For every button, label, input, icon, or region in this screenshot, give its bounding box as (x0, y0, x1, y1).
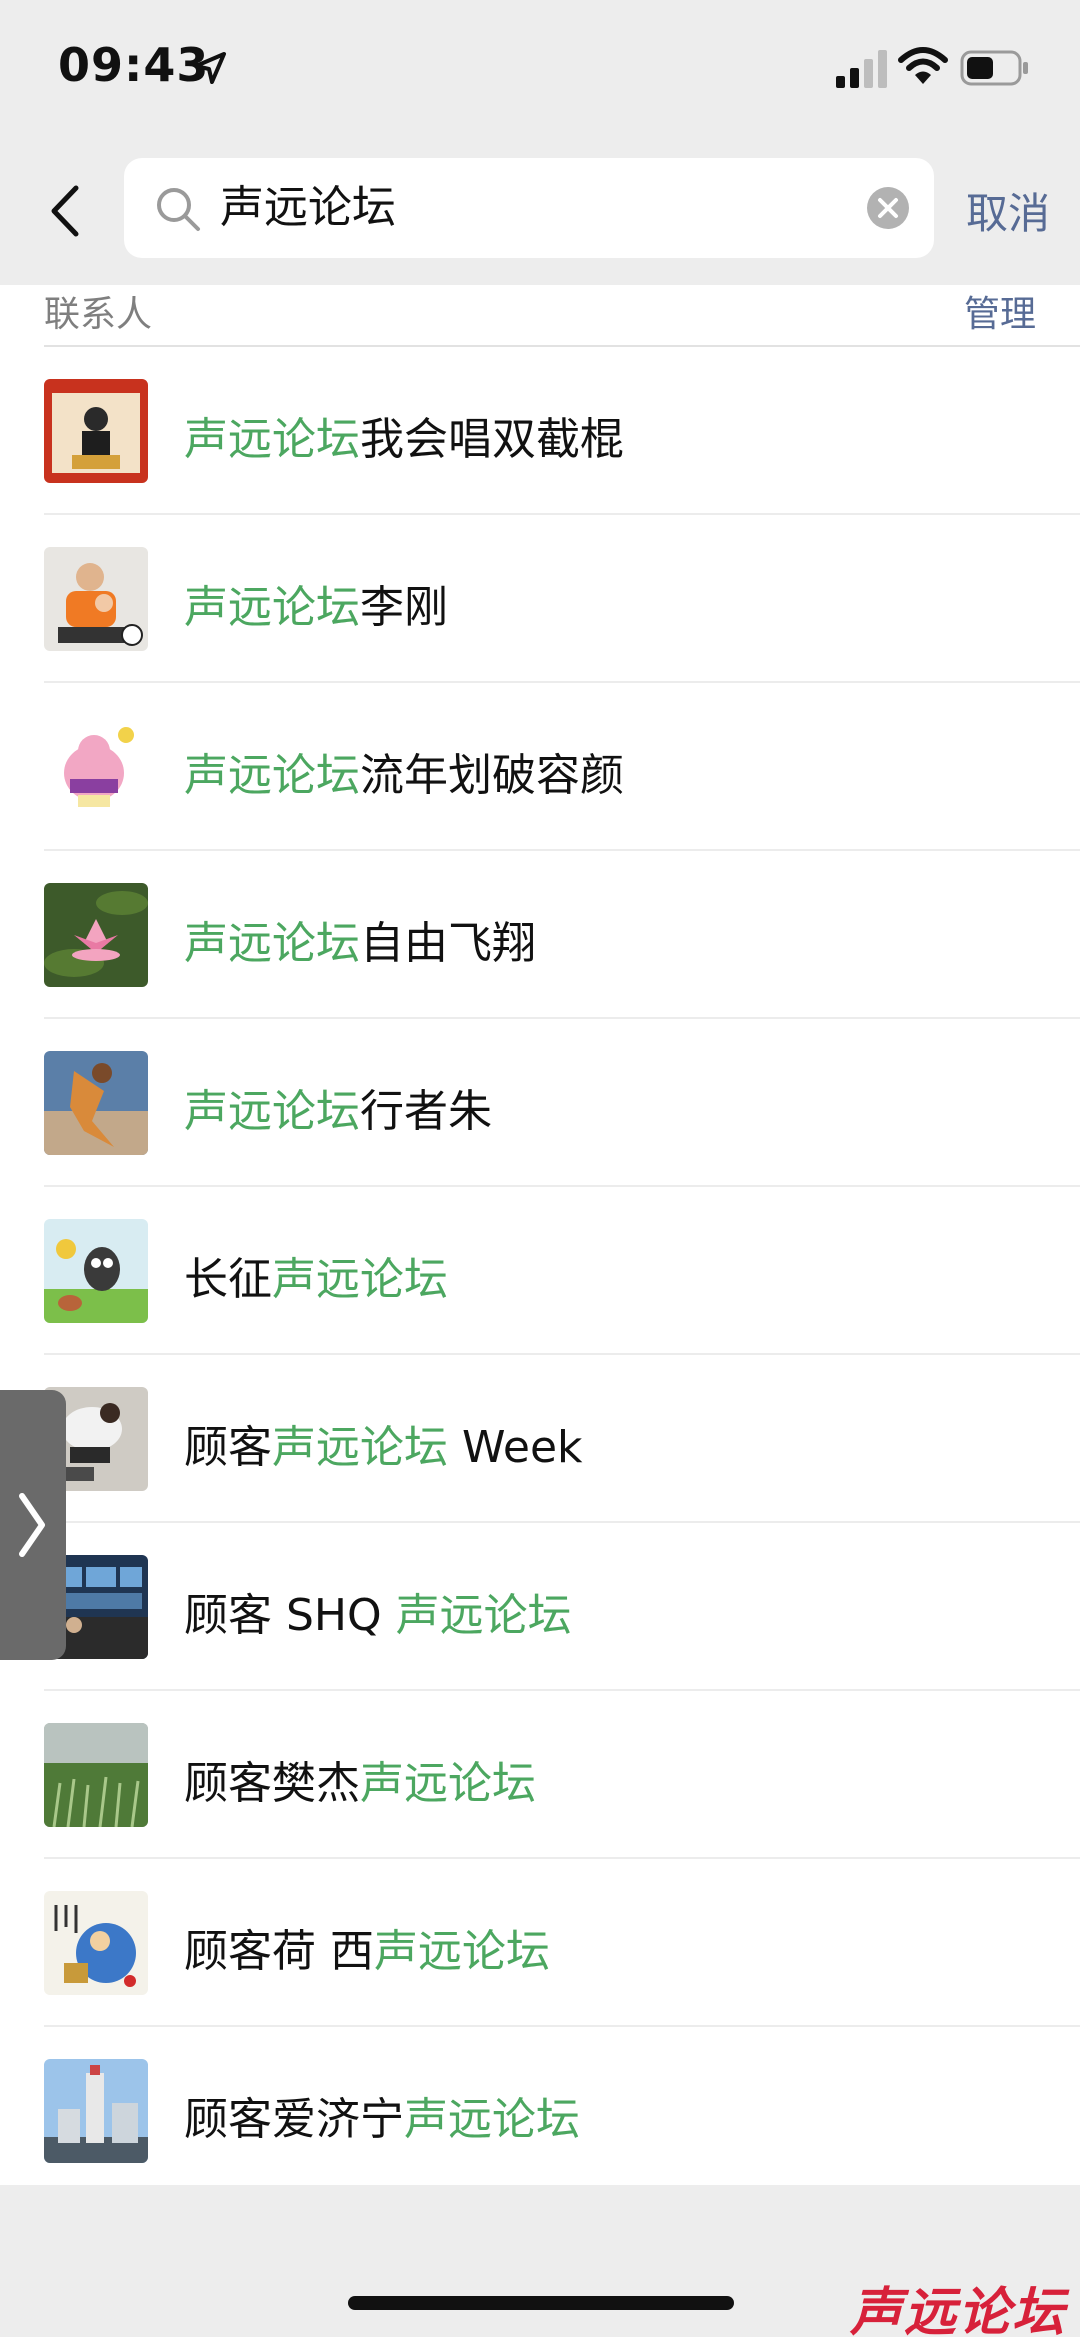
contact-row[interactable]: 顾客爱济宁声远论坛 (44, 2027, 1080, 2193)
contact-row[interactable]: 声远论坛我会唱双截棍 (44, 347, 1080, 515)
screen: 09:43 声远论坛 取消 联系人 管理 声远论坛我会唱双截棍 声远论坛李刚 声… (0, 0, 1080, 2337)
avatar (44, 883, 148, 987)
contact-row[interactable]: 声远论坛李刚 (44, 515, 1080, 683)
contact-name: 顾客 SHQ 声远论坛 (184, 1590, 572, 1641)
contact-name: 顾客爱济宁声远论坛 (184, 2094, 580, 2145)
contact-name: 声远论坛自由飞翔 (184, 918, 536, 969)
home-indicator[interactable] (348, 2296, 734, 2310)
search-input[interactable] (220, 158, 860, 258)
avatar (44, 1723, 148, 1827)
search-field[interactable] (124, 158, 934, 258)
back-chevron-icon[interactable] (36, 176, 96, 246)
section-title: 联系人 (44, 294, 153, 335)
section-header: 联系人 管理 (44, 285, 1080, 347)
cancel-button[interactable]: 取消 (966, 180, 1050, 241)
contact-row[interactable]: 声远论坛行者朱 (44, 1019, 1080, 1187)
contact-name: 声远论坛流年划破容颜 (184, 750, 624, 801)
search-results: 联系人 管理 声远论坛我会唱双截棍 声远论坛李刚 声远论坛流年划破容颜 声远论坛… (0, 285, 1080, 2185)
contact-name: 长征声远论坛 (184, 1254, 448, 1305)
avatar (44, 2059, 148, 2163)
search-icon (157, 188, 200, 231)
contact-row[interactable]: 顾客 SHQ 声远论坛 (44, 1523, 1080, 1691)
chevron-right-icon (19, 1493, 45, 1557)
contact-name: 顾客荷 西声远论坛 (184, 1926, 550, 1977)
contact-row[interactable]: 顾客樊杰声远论坛 (44, 1691, 1080, 1859)
location-arrow-icon (194, 52, 226, 84)
contact-row[interactable]: 声远论坛流年划破容颜 (44, 683, 1080, 851)
avatar (44, 1051, 148, 1155)
contact-row[interactable]: 长征声远论坛 (44, 1187, 1080, 1355)
clear-icon[interactable] (866, 186, 910, 230)
status-bar: 09:43 (0, 0, 1080, 140)
avatar (44, 547, 148, 651)
contact-name: 声远论坛李刚 (184, 582, 448, 633)
contact-name: 顾客樊杰声远论坛 (184, 1758, 536, 1809)
contact-row[interactable]: 顾客声远论坛 Week (44, 1355, 1080, 1523)
avatar (44, 379, 148, 483)
avatar (44, 1891, 148, 1995)
contact-row[interactable]: 顾客荷 西声远论坛 (44, 1859, 1080, 2027)
avatar (44, 715, 148, 819)
cellular-signal-icon (836, 50, 887, 88)
manage-button[interactable]: 管理 (964, 285, 1036, 337)
contact-name: 声远论坛我会唱双截棍 (184, 414, 624, 465)
contact-row[interactable]: 声远论坛自由飞翔 (44, 851, 1080, 1019)
search-bar: 取消 (0, 140, 1080, 285)
status-time: 09:43 (58, 38, 210, 92)
contact-name: 顾客声远论坛 Week (184, 1422, 583, 1473)
battery-icon (960, 50, 1028, 86)
contact-name: 声远论坛行者朱 (184, 1086, 492, 1137)
watermark-logo: 声远论坛 (849, 2283, 1066, 2337)
side-drawer-handle[interactable] (0, 1390, 66, 1660)
avatar (44, 1219, 148, 1323)
wifi-icon (898, 47, 948, 84)
